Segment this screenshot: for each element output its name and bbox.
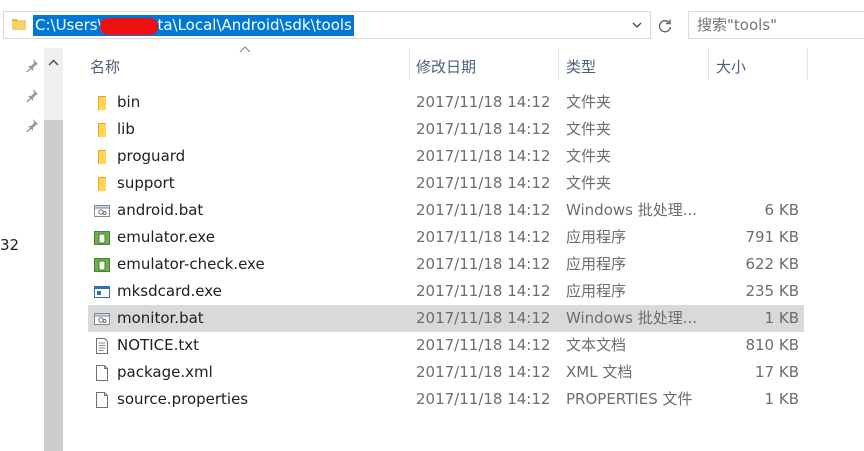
file-list: bin 2017/11/18 14:12 文件夹 lib 2017/11/18 14:1… bbox=[88, 89, 804, 413]
file-date: 2017/11/18 14:12 bbox=[416, 255, 551, 273]
file-type: 应用程序 bbox=[566, 282, 627, 300]
file-size: 810 KB bbox=[745, 336, 799, 354]
file-name: support bbox=[117, 174, 175, 192]
batch-file-icon bbox=[94, 311, 110, 327]
file-row[interactable]: source.properties 2017/11/18 14:12 PROPERT… bbox=[88, 386, 804, 413]
file-date: 2017/11/18 14:12 bbox=[416, 309, 551, 327]
file-type: PROPERTIES 文件 bbox=[566, 390, 693, 408]
file-type: 文件夹 bbox=[566, 147, 612, 165]
file-type: Windows 批处理... bbox=[566, 201, 698, 219]
file-name: emulator.exe bbox=[117, 228, 215, 246]
file-date: 2017/11/18 14:12 bbox=[416, 174, 551, 192]
file-type: 应用程序 bbox=[566, 228, 627, 246]
file-size: 17 KB bbox=[755, 363, 799, 381]
file-name: bin bbox=[117, 93, 141, 111]
blank-file-icon bbox=[94, 365, 110, 381]
folder-icon bbox=[94, 149, 110, 165]
file-name: source.properties bbox=[117, 390, 249, 408]
column-header-size[interactable]: 大小 bbox=[716, 56, 746, 78]
file-date: 2017/11/18 14:12 bbox=[416, 390, 551, 408]
file-name: NOTICE.txt bbox=[117, 336, 199, 354]
address-path[interactable]: C:\Users\ AppData\Local\Android\sdk\tool… bbox=[33, 15, 354, 36]
column-divider[interactable] bbox=[558, 48, 559, 80]
file-name: proguard bbox=[117, 147, 186, 165]
file-row[interactable]: monitor.bat 2017/11/18 14:12 Windows 批处理..… bbox=[88, 305, 804, 332]
file-row[interactable]: proguard 2017/11/18 14:12 文件夹 bbox=[88, 143, 804, 170]
folder-icon bbox=[94, 176, 110, 192]
search-input[interactable] bbox=[697, 13, 864, 37]
file-type: XML 文档 bbox=[566, 363, 633, 381]
file-size: 235 KB bbox=[745, 282, 799, 300]
file-type: Windows 批处理... bbox=[566, 309, 698, 327]
file-row[interactable]: support 2017/11/18 14:12 文件夹 bbox=[88, 170, 804, 197]
file-row[interactable]: NOTICE.txt 2017/11/18 14:12 文本文档 810 KB bbox=[88, 332, 804, 359]
nav-partial-label: 32 bbox=[0, 236, 20, 254]
file-date: 2017/11/18 14:12 bbox=[416, 336, 551, 354]
pin-icon[interactable] bbox=[25, 58, 39, 72]
file-date: 2017/11/18 14:12 bbox=[416, 201, 551, 219]
file-row[interactable]: emulator-check.exe 2017/11/18 14:12 应用程序 62… bbox=[88, 251, 804, 278]
redaction-mark bbox=[100, 18, 158, 35]
column-header-type[interactable]: 类型 bbox=[566, 56, 596, 78]
emulator-app-icon bbox=[94, 257, 110, 273]
file-name: package.xml bbox=[117, 363, 213, 381]
file-row[interactable]: android.bat 2017/11/18 14:12 Windows 批处理..… bbox=[88, 197, 804, 224]
file-type: 文件夹 bbox=[566, 120, 612, 138]
folder-icon bbox=[94, 122, 110, 138]
file-row[interactable]: mksdcard.exe 2017/11/18 14:12 应用程序 235 KB bbox=[88, 278, 804, 305]
chevron-down-icon[interactable] bbox=[630, 17, 644, 33]
file-name: monitor.bat bbox=[117, 309, 204, 327]
pin-icon[interactable] bbox=[25, 88, 39, 102]
column-divider[interactable] bbox=[409, 48, 410, 80]
file-name: emulator-check.exe bbox=[117, 255, 265, 273]
file-name: lib bbox=[117, 120, 135, 138]
folder-icon bbox=[94, 95, 110, 111]
column-header-date[interactable]: 修改日期 bbox=[416, 56, 476, 78]
file-row[interactable]: bin 2017/11/18 14:12 文件夹 bbox=[88, 89, 804, 116]
file-date: 2017/11/18 14:12 bbox=[416, 363, 551, 381]
file-type: 应用程序 bbox=[566, 255, 627, 273]
file-size: 6 KB bbox=[764, 201, 799, 219]
file-date: 2017/11/18 14:12 bbox=[416, 93, 551, 111]
application-icon bbox=[94, 284, 110, 300]
blank-file-icon bbox=[94, 392, 110, 408]
nav-scrollbar-thumb[interactable] bbox=[44, 120, 63, 451]
file-size: 622 KB bbox=[745, 255, 799, 273]
search-box[interactable] bbox=[688, 11, 864, 39]
file-date: 2017/11/18 14:12 bbox=[416, 147, 551, 165]
column-divider[interactable] bbox=[807, 48, 808, 80]
file-date: 2017/11/18 14:12 bbox=[416, 228, 551, 246]
column-header-name[interactable]: 名称 bbox=[90, 56, 120, 78]
address-bar[interactable]: C:\Users\ AppData\Local\Android\sdk\tool… bbox=[3, 11, 651, 39]
sort-ascending-icon bbox=[239, 46, 251, 53]
file-name: mksdcard.exe bbox=[117, 282, 222, 300]
pin-icon[interactable] bbox=[25, 118, 39, 132]
scroll-up-icon[interactable] bbox=[44, 48, 63, 76]
file-date: 2017/11/18 14:12 bbox=[416, 282, 551, 300]
emulator-app-icon bbox=[94, 230, 110, 246]
file-size: 1 KB bbox=[764, 309, 799, 327]
file-type: 文件夹 bbox=[566, 174, 612, 192]
file-name: android.bat bbox=[117, 201, 204, 219]
file-size: 1 KB bbox=[764, 390, 799, 408]
file-row[interactable]: emulator.exe 2017/11/18 14:12 应用程序 791 KB bbox=[88, 224, 804, 251]
text-file-icon bbox=[94, 338, 110, 354]
folder-icon bbox=[12, 19, 26, 30]
file-row[interactable]: lib 2017/11/18 14:12 文件夹 bbox=[88, 116, 804, 143]
file-size: 791 KB bbox=[745, 228, 799, 246]
column-divider[interactable] bbox=[708, 48, 709, 80]
file-type: 文件夹 bbox=[566, 93, 612, 111]
file-row[interactable]: package.xml 2017/11/18 14:12 XML 文档 17 KB bbox=[88, 359, 804, 386]
file-date: 2017/11/18 14:12 bbox=[416, 120, 551, 138]
batch-file-icon bbox=[94, 203, 110, 219]
refresh-icon[interactable] bbox=[653, 13, 677, 38]
file-type: 文本文档 bbox=[566, 336, 627, 354]
